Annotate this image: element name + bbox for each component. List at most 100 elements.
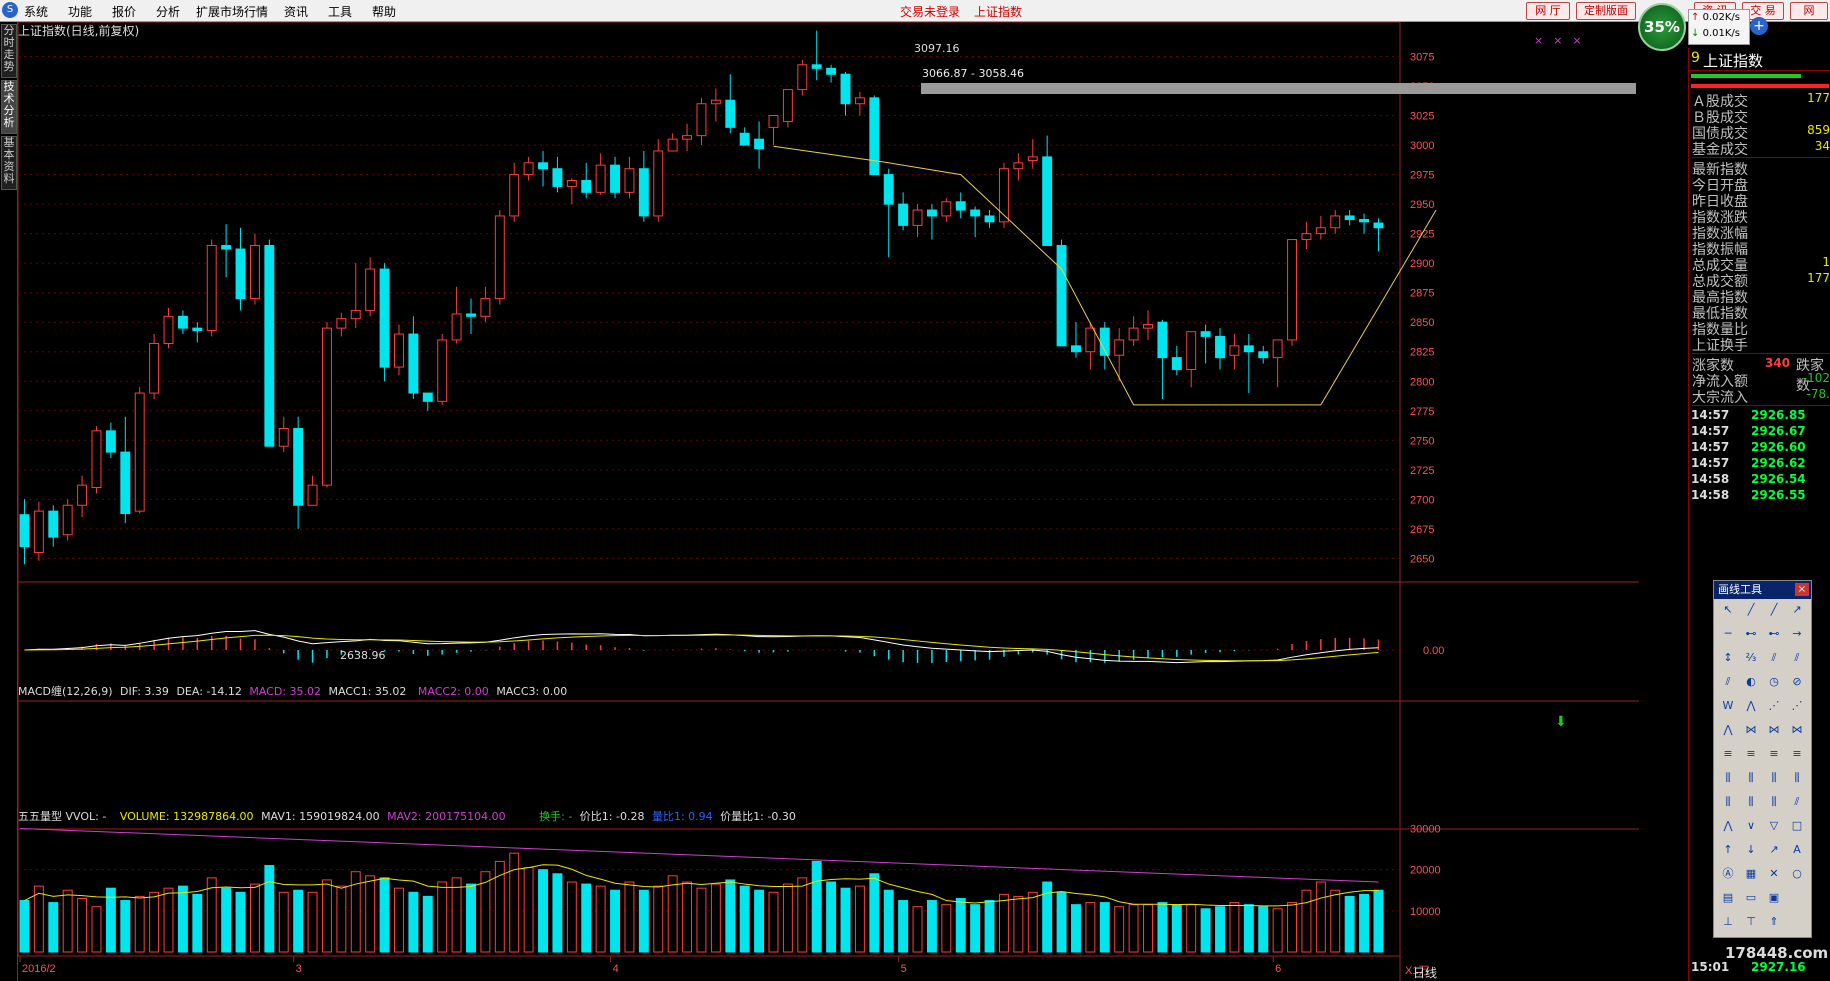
draw-tool-icon[interactable]: ⊤ (1741, 913, 1761, 931)
draw-tool-icon[interactable]: ≡ (1741, 745, 1761, 763)
draw-tool-icon[interactable]: ⋀ (1741, 697, 1761, 715)
draw-tool-icon[interactable]: ⇑ (1764, 913, 1784, 931)
draw-tool-icon[interactable]: ╱ (1741, 601, 1761, 619)
draw-tool-icon[interactable]: ⫽ (1764, 649, 1784, 667)
volume-bar (1186, 904, 1197, 953)
draw-tool-icon[interactable]: ⋰ (1787, 697, 1807, 715)
draw-tool-icon[interactable]: ⫼ (1787, 769, 1807, 787)
draw-tool-icon[interactable]: ∨ (1741, 817, 1761, 835)
candle-body (1128, 327, 1139, 341)
draw-tool-icon[interactable]: ⊥ (1718, 913, 1738, 931)
web-hall-button[interactable]: 网 厅 (1526, 2, 1570, 20)
draw-tool-icon[interactable]: ○ (1787, 865, 1807, 883)
kline-chart[interactable]: 2650 2675 2700 2725 2750 2775 2800 2825 2850 2875… (18, 22, 1639, 981)
candle-body (278, 427, 289, 447)
candle-body (624, 168, 635, 193)
custom-layout-button[interactable]: 定制版面 (1576, 2, 1636, 20)
draw-tool-icon[interactable]: ⫽ (1787, 649, 1807, 667)
draw-tool-icon[interactable]: ⫼ (1764, 769, 1784, 787)
low-price-label: 2638.96 (340, 649, 386, 662)
volume-bar (869, 873, 880, 953)
draw-tool-icon[interactable]: ⋰ (1764, 697, 1784, 715)
draw-tool-icon[interactable]: ⫽ (1718, 673, 1738, 691)
draw-tool-icon[interactable]: W (1718, 697, 1738, 715)
draw-tool-icon[interactable]: ≡ (1764, 745, 1784, 763)
volume-bar (451, 877, 462, 953)
draw-tool-icon[interactable]: ▣ (1764, 889, 1784, 907)
range-highlight-bar[interactable] (921, 83, 1636, 94)
draw-tool-icon[interactable]: ✕ (1764, 865, 1784, 883)
volume-bar (1315, 881, 1326, 953)
drawing-tool-palette[interactable]: 画线工具 × ↖ ╱ ╱ ↗ ─ ⊷ ⊷ → ↕ ⅔ ⫽ ⫽ ⫽ ◐ ◷ ⊘ W ⋀ ⋰ ⋰ ⋀ ⋈ ⋈ ⋈ ≡ ≡ ≡ ≡ ⫼ ⫼ ⫼ ⫼ ⫼ ⫼… (1713, 580, 1812, 938)
draw-tool-icon[interactable]: ╱ (1764, 601, 1784, 619)
draw-tool-icon[interactable] (1787, 889, 1807, 907)
draw-tool-icon[interactable]: ≡ (1787, 745, 1807, 763)
draw-tool-icon[interactable]: ⊷ (1764, 625, 1784, 643)
draw-tool-icon[interactable]: ⫼ (1741, 769, 1761, 787)
draw-tool-icon[interactable]: ↑ (1718, 841, 1738, 859)
draw-tool-icon[interactable]: ↗ (1764, 841, 1784, 859)
draw-tool-icon[interactable]: ↓ (1741, 841, 1761, 859)
draw-tool-icon[interactable]: □ (1787, 817, 1807, 835)
draw-tool-icon[interactable]: ▤ (1718, 889, 1738, 907)
draw-tool-icon[interactable]: ⋈ (1764, 721, 1784, 739)
draw-tool-icon[interactable]: ▽ (1764, 817, 1784, 835)
draw-tool-icon[interactable] (1787, 913, 1807, 931)
menu-system[interactable]: 系统 (24, 3, 48, 20)
tab-intraday[interactable]: 分时走势 (1, 24, 17, 78)
draw-tool-icon[interactable]: ↗ (1787, 601, 1807, 619)
close-icon[interactable]: × (1795, 583, 1809, 596)
menu-news[interactable]: 资讯 (284, 3, 308, 20)
draw-tool-icon[interactable]: ◷ (1764, 673, 1784, 691)
draw-tool-icon[interactable]: ⫽ (1787, 793, 1807, 811)
draw-tool-icon[interactable]: ≡ (1718, 745, 1738, 763)
menu-tools[interactable]: 工具 (328, 3, 352, 20)
volume-bar (667, 875, 678, 953)
chart-area[interactable]: 2650 2675 2700 2725 2750 2775 2800 2825 2850 2875… (18, 22, 1639, 981)
price-tick-label: 2925 (1410, 229, 1434, 241)
draw-tool-icon[interactable]: ⊘ (1787, 673, 1807, 691)
menu-function[interactable]: 功能 (68, 3, 92, 20)
add-icon[interactable]: + (1750, 17, 1768, 35)
draw-tool-icon[interactable]: Ⓐ (1718, 865, 1738, 883)
web-button[interactable]: 网 (1790, 2, 1828, 20)
volume-bar (192, 893, 203, 953)
draw-tool-icon[interactable]: ↖ (1718, 601, 1738, 619)
draw-tool-icon[interactable]: ⫼ (1764, 793, 1784, 811)
candle-body (1085, 327, 1096, 353)
draw-tool-icon[interactable]: ◐ (1741, 673, 1761, 691)
menu-help[interactable]: 帮助 (372, 3, 396, 20)
drawing-tool-header[interactable]: 画线工具 × (1714, 581, 1811, 599)
menu-extended-market[interactable]: 扩展市场行情 (196, 3, 268, 20)
draw-tool-icon[interactable]: ⅔ (1741, 649, 1761, 667)
candle-body (379, 268, 390, 368)
draw-tool-icon[interactable]: ▭ (1741, 889, 1761, 907)
volume-bar (523, 867, 534, 953)
draw-tool-icon[interactable]: ⋈ (1741, 721, 1761, 739)
login-status[interactable]: 交易未登录 (900, 3, 960, 20)
watermark: 178448.com (1725, 944, 1829, 962)
draw-tool-icon[interactable]: → (1787, 625, 1807, 643)
draw-tool-icon[interactable]: A (1787, 841, 1807, 859)
draw-tool-icon[interactable]: ⫼ (1718, 793, 1738, 811)
tab-fundamentals[interactable]: 基本资料 (1, 136, 17, 190)
draw-tool-icon[interactable]: ─ (1718, 625, 1738, 643)
macd-title-row: MACD缠(12,26,9) DIF: 3.39 DEA: -14.12 MAC… (18, 683, 567, 699)
draw-tool-icon[interactable]: ⫼ (1741, 793, 1761, 811)
volume-bar (826, 881, 837, 953)
menu-analysis[interactable]: 分析 (156, 3, 180, 20)
draw-tool-icon[interactable]: ▦ (1741, 865, 1761, 883)
candle-body (480, 298, 491, 317)
network-speed-widget[interactable]: 35% ↑ 0.02K/s ↓ 0.01K/s + (1638, 3, 1768, 51)
candle-body (1200, 331, 1211, 337)
draw-tool-icon[interactable]: ⋀ (1718, 817, 1738, 835)
menu-quote[interactable]: 报价 (112, 3, 136, 20)
draw-tool-icon[interactable]: ↕ (1718, 649, 1738, 667)
stat-block-inflow: 大宗流入 -78. (1692, 387, 1830, 406)
draw-tool-icon[interactable]: ⫼ (1718, 769, 1738, 787)
draw-tool-icon[interactable]: ⋀ (1718, 721, 1738, 739)
app-logo-icon[interactable]: S (2, 2, 18, 18)
tab-technical[interactable]: 技术分析 (1, 80, 17, 134)
draw-tool-icon[interactable]: ⊷ (1741, 625, 1761, 643)
draw-tool-icon[interactable]: ⋈ (1787, 721, 1807, 739)
